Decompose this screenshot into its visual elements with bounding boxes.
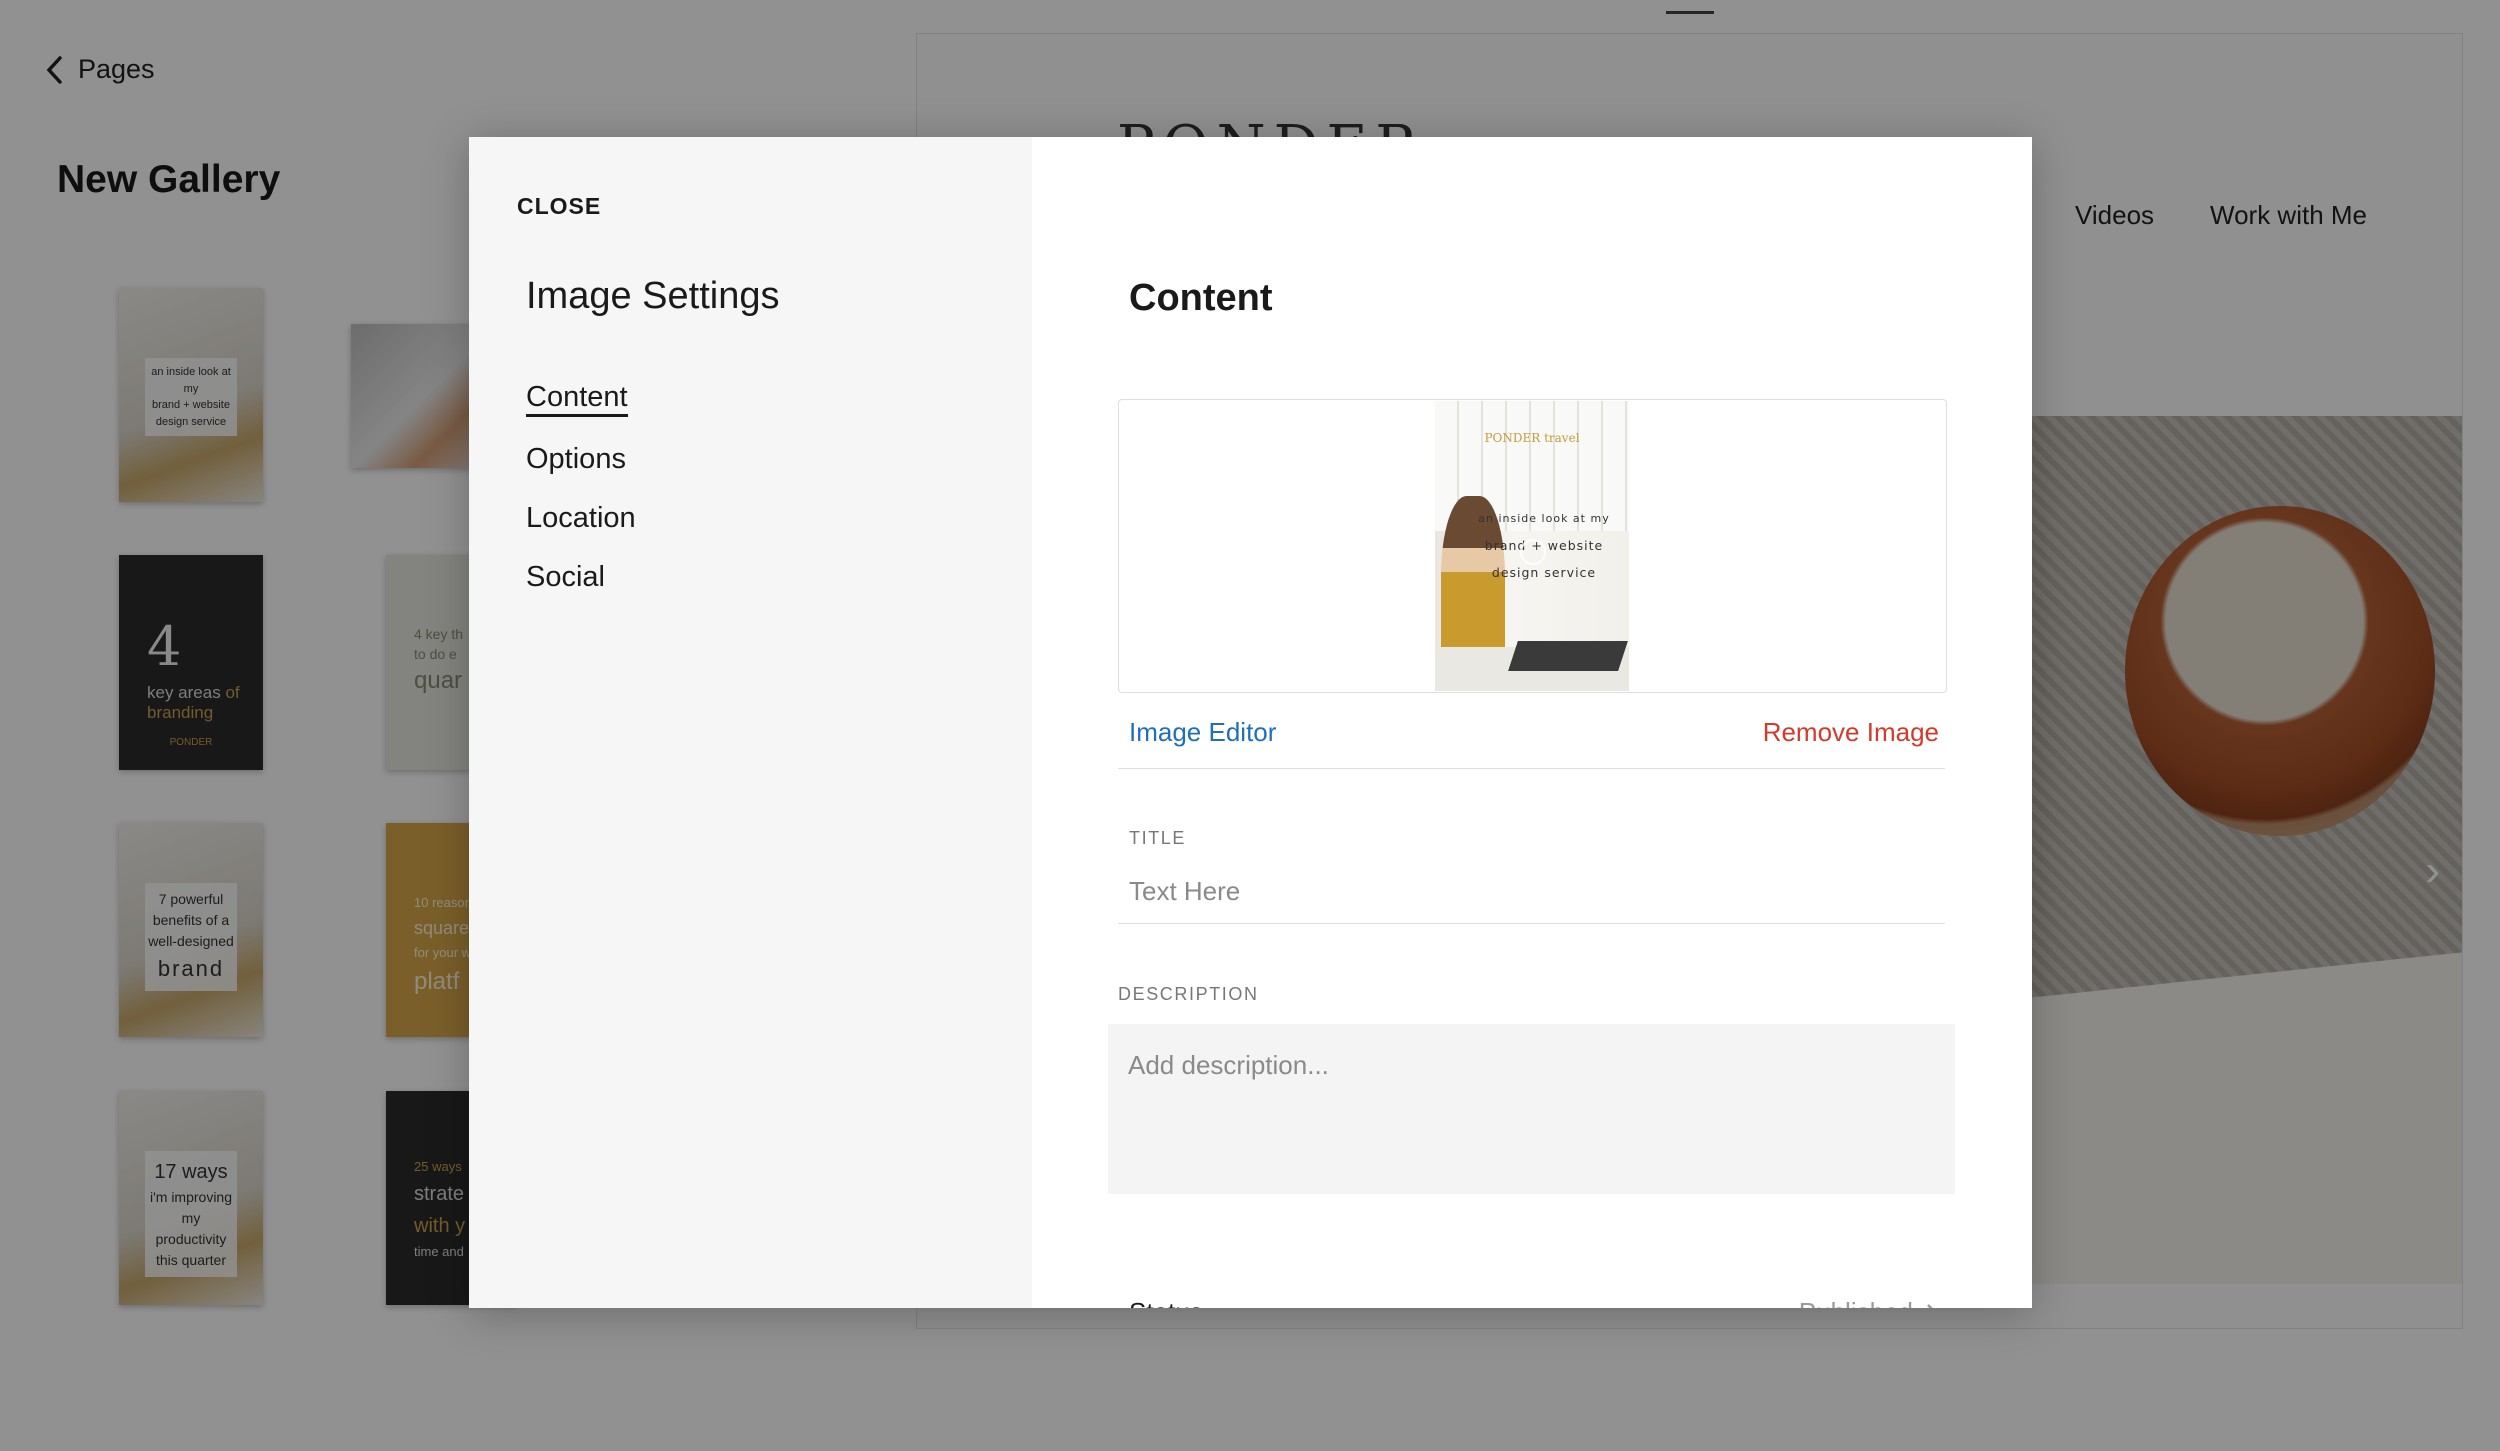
title-field[interactable]	[1127, 870, 1947, 912]
content-heading: Content	[1129, 277, 1273, 319]
image-editor-link[interactable]: Image Editor	[1129, 717, 1276, 748]
nav-item-location[interactable]: Location	[526, 502, 636, 535]
dialog-sidebar: CLOSE Image Settings Content Options Loc…	[469, 137, 1032, 1308]
nav-item-social[interactable]: Social	[526, 561, 636, 594]
chevron-right-icon	[1927, 1303, 1934, 1308]
image-thumbnail[interactable]: PONDER travel an inside look at my brand…	[1435, 401, 1629, 691]
description-field-label: DESCRIPTION	[1118, 984, 1259, 1004]
image-preview-box[interactable]: PONDER travel an inside look at my brand…	[1118, 399, 1947, 693]
divider	[1118, 768, 1945, 769]
close-button[interactable]: CLOSE	[517, 193, 601, 220]
content-panel: Content PONDER travel an inside look at …	[1032, 137, 2032, 1308]
remove-image-link[interactable]: Remove Image	[1763, 717, 1939, 748]
title-field-label: TITLE	[1129, 828, 1187, 848]
status-label: Status	[1129, 1297, 1203, 1308]
settings-nav: Content Options Location Social	[526, 381, 636, 620]
dialog-title: Image Settings	[526, 275, 780, 317]
nav-item-content[interactable]: Content	[526, 381, 628, 417]
status-row[interactable]: Status Published	[1129, 1297, 1939, 1308]
description-field[interactable]	[1108, 1024, 1955, 1194]
image-brand-text: PONDER travel	[1484, 431, 1580, 445]
image-actions: Image Editor Remove Image	[1129, 717, 1939, 748]
nav-item-options[interactable]: Options	[526, 443, 636, 476]
focal-point-icon[interactable]	[1520, 539, 1546, 565]
status-value[interactable]: Published	[1799, 1297, 1939, 1308]
divider	[1118, 923, 1945, 924]
image-settings-dialog: CLOSE Image Settings Content Options Loc…	[469, 137, 2032, 1308]
